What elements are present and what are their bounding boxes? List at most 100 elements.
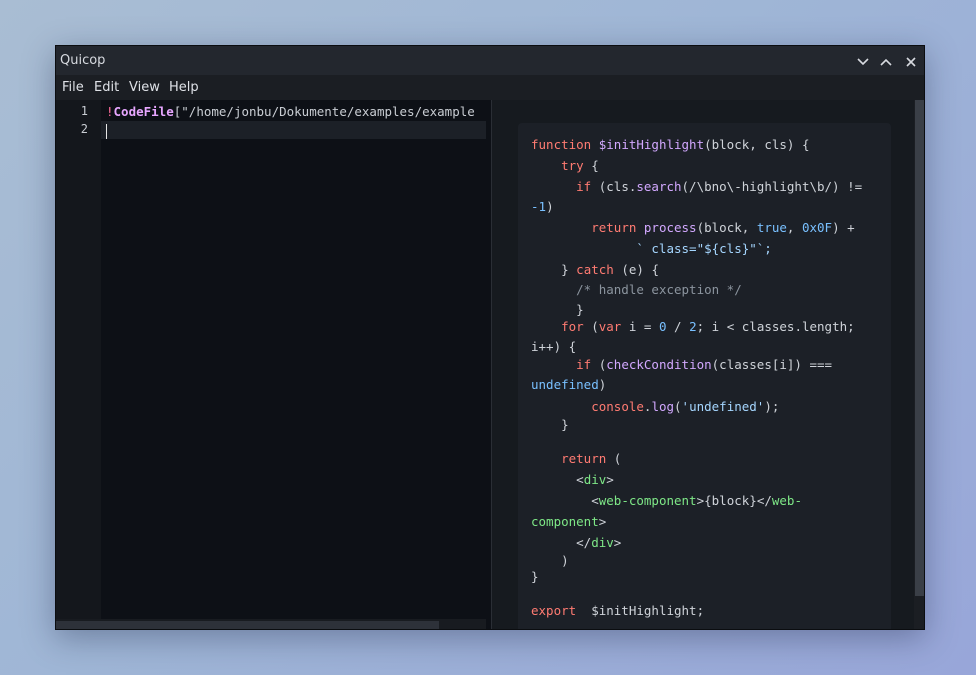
function-call: process xyxy=(643,220,697,235)
code-line: try { xyxy=(531,158,599,173)
code-line: undefined) xyxy=(531,377,606,392)
keyword-function: function xyxy=(531,137,592,152)
code-line: component> xyxy=(531,514,606,529)
code-text: } xyxy=(561,262,577,277)
code-text: > xyxy=(606,472,614,487)
code-text: ( xyxy=(674,399,682,414)
code-line: } xyxy=(531,417,569,432)
code-text: ( xyxy=(583,319,599,334)
close-icon xyxy=(906,57,916,67)
code-text: } xyxy=(531,569,539,584)
code-line: /* handle exception */ xyxy=(531,282,742,297)
undefined-literal: undefined xyxy=(531,377,599,392)
code-line: ) xyxy=(531,553,569,568)
number-literal: -1 xyxy=(531,199,547,214)
jsx-tag: component xyxy=(531,514,599,529)
window-title: Quicop xyxy=(60,53,106,68)
keyword-return: return xyxy=(561,451,607,466)
code-text: ) xyxy=(598,377,607,392)
keyword-try: try xyxy=(561,158,584,173)
code-text: } xyxy=(576,302,584,317)
keyword-export: export xyxy=(531,603,577,618)
maximize-button[interactable] xyxy=(878,52,894,68)
code-text: (e) { xyxy=(613,262,659,277)
code-text: (classes[i]) === xyxy=(711,357,833,372)
code-text: </ xyxy=(756,493,772,508)
number-literal: 0x0F xyxy=(801,220,833,235)
keyword-for: for xyxy=(561,319,584,334)
function-call: checkCondition xyxy=(606,357,712,372)
code-line: for (var i = 0 / 2; i < classes.length; xyxy=(531,319,855,334)
code-text: i++) { xyxy=(531,339,577,354)
minimize-button[interactable] xyxy=(855,52,871,68)
code-line: if (checkCondition(classes[i]) === xyxy=(531,357,832,372)
code-text: i = xyxy=(621,319,659,334)
jsx-tag: div xyxy=(583,472,607,487)
code-line: -1) xyxy=(531,199,554,214)
path-token: ["/home/jonbu/Dokumente/examples/example xyxy=(173,104,475,119)
code-text: ( xyxy=(591,357,607,372)
keyword-var: var xyxy=(598,319,622,334)
code-text: { xyxy=(583,158,599,173)
template-string: ` class="${cls}"`; xyxy=(636,241,772,256)
code-line: return process(block, true, 0x0F) + xyxy=(531,220,855,235)
chevron-down-icon xyxy=(857,58,869,66)
code-text: ) + xyxy=(832,220,855,235)
code-line: ` class="${cls}"`; xyxy=(531,241,772,256)
code-line: } xyxy=(531,302,584,317)
text-cursor xyxy=(106,124,107,139)
code-comment: /* handle exception */ xyxy=(576,282,742,297)
method-name: log xyxy=(651,399,675,414)
code-line: i++) { xyxy=(531,339,576,354)
close-button[interactable] xyxy=(903,52,919,68)
menu-view[interactable]: View xyxy=(129,80,160,95)
menu-file[interactable]: File xyxy=(62,80,84,95)
app-window: Quicop File Edit View Help 1 2 !CodeFile… xyxy=(55,45,925,630)
command-token: CodeFile xyxy=(113,104,174,119)
code-text: (block, xyxy=(696,220,757,235)
code-text: </ xyxy=(576,535,592,550)
code-line: </div> xyxy=(531,535,621,550)
code-line: export $initHighlight; xyxy=(531,603,704,618)
boolean-literal: true xyxy=(756,220,787,235)
horizontal-scrollbar-thumb[interactable] xyxy=(56,621,439,629)
vertical-scrollbar-thumb[interactable] xyxy=(915,100,924,596)
code-text: $initHighlight; xyxy=(576,603,705,618)
number-literal: 2 xyxy=(689,319,697,334)
jsx-tag: web-component xyxy=(598,493,697,508)
code-text: ) xyxy=(546,199,554,214)
code-line: } xyxy=(531,569,539,584)
code-text: {block} xyxy=(704,493,757,508)
code-text: } xyxy=(561,417,569,432)
code-text: (/\bno\-highlight\b/) != xyxy=(681,179,863,194)
code-text: , xyxy=(786,220,802,235)
function-name: $initHighlight xyxy=(598,137,705,152)
keyword-if: if xyxy=(576,179,592,194)
code-editor[interactable]: 1 2 !CodeFile["/home/jonbu/Dokumente/exa… xyxy=(56,100,491,629)
method-name: search xyxy=(636,179,682,194)
jsx-tag: div xyxy=(591,535,614,550)
code-text: < xyxy=(576,472,584,487)
console-object: console xyxy=(591,399,644,414)
code-line: } catch (e) { xyxy=(531,262,659,277)
chevron-up-icon xyxy=(880,58,892,66)
code-text: ( xyxy=(606,451,622,466)
line-number: 1 xyxy=(80,104,88,118)
code-text: ) xyxy=(561,553,569,568)
code-line: function $initHighlight(block, cls) { xyxy=(531,137,809,152)
code-text: > xyxy=(696,493,705,508)
highlighted-code-block: function $initHighlight(block, cls) { tr… xyxy=(518,123,891,629)
code-line: if (cls.search(/\bno\-highlight\b/) != xyxy=(531,179,862,194)
keyword-return: return xyxy=(591,220,637,235)
code-text: / xyxy=(666,319,690,334)
keyword-if: if xyxy=(576,357,592,372)
menu-bar: File Edit View Help xyxy=(56,75,924,100)
keyword-catch: catch xyxy=(576,262,614,277)
menu-edit[interactable]: Edit xyxy=(94,80,119,95)
code-line: return ( xyxy=(531,451,621,466)
number-literal: 0 xyxy=(658,319,667,334)
code-text: > xyxy=(613,535,622,550)
code-text: < xyxy=(591,493,599,508)
menu-help[interactable]: Help xyxy=(169,80,199,95)
code-text: > xyxy=(598,514,607,529)
